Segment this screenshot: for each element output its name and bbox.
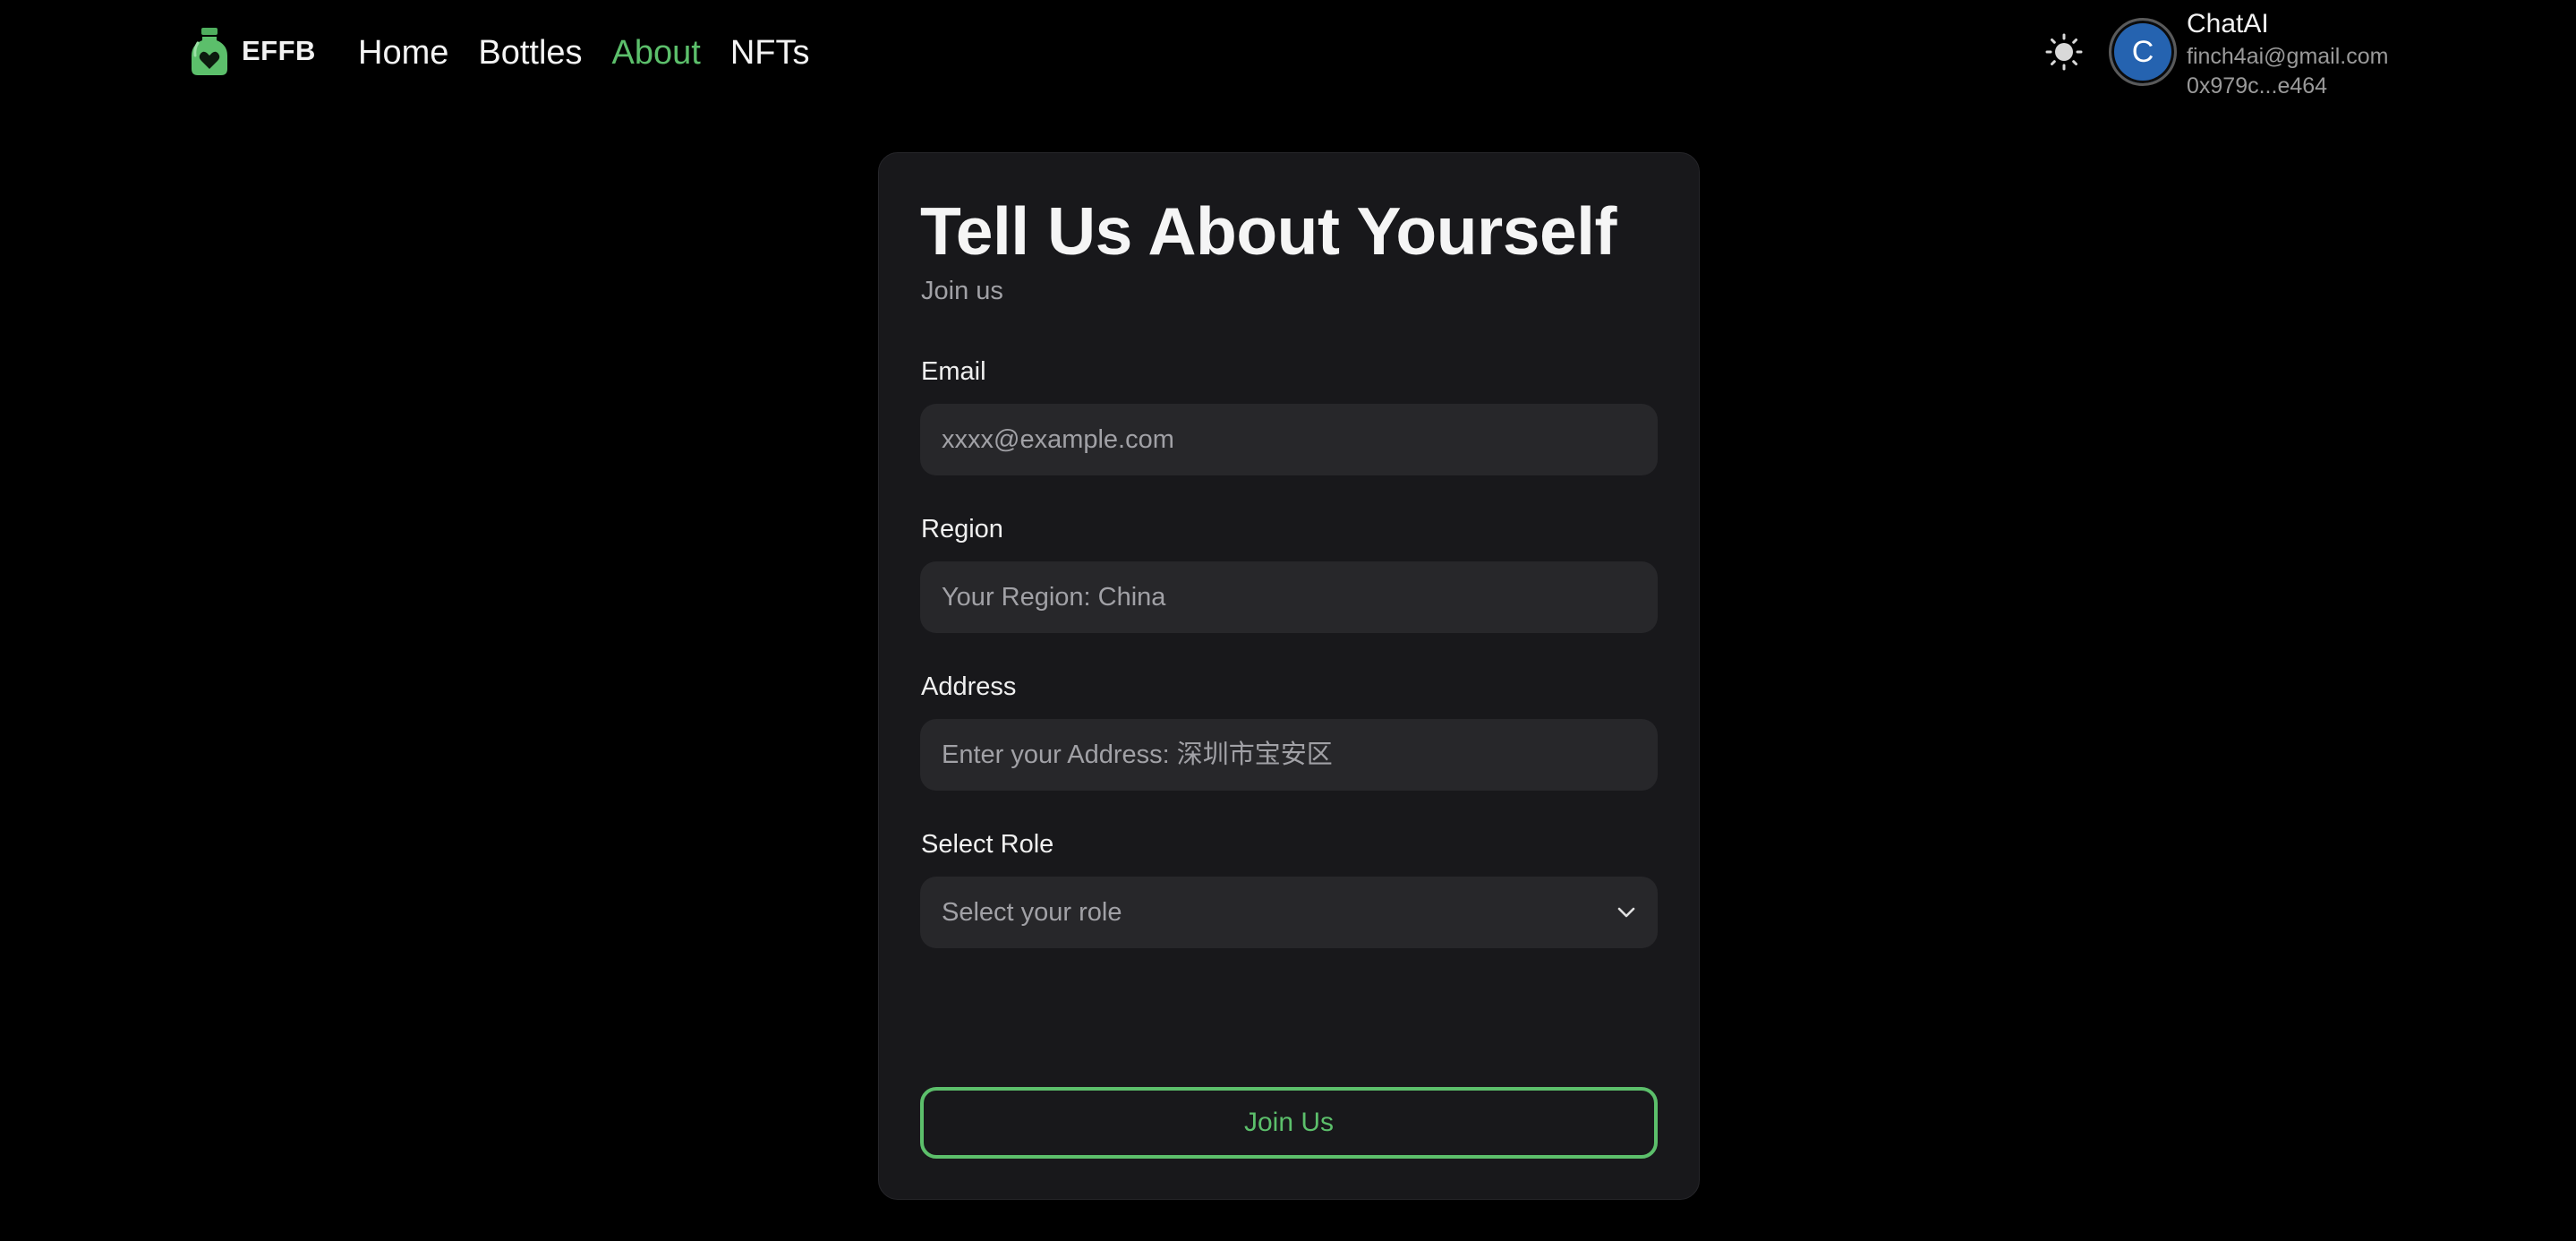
- user-info: ChatAI finch4ai@gmail.com 0x979c...e464: [2187, 9, 2388, 98]
- brand-logo-link[interactable]: EFFB: [190, 25, 316, 77]
- sun-icon: [2045, 33, 2083, 74]
- signup-card: Tell Us About Yourself Join us Email Reg…: [878, 152, 1700, 1200]
- role-label: Select Role: [921, 830, 1054, 859]
- chevron-down-icon: [1616, 906, 1636, 919]
- address-label: Address: [921, 672, 1017, 701]
- nav-link-nfts[interactable]: NFTs: [730, 34, 810, 73]
- nav-link-about[interactable]: About: [612, 34, 701, 73]
- user-email: finch4ai@gmail.com: [2187, 44, 2389, 69]
- form-title: Tell Us About Yourself: [920, 193, 1616, 269]
- email-input[interactable]: [920, 404, 1658, 475]
- form-subtitle: Join us: [921, 277, 1003, 305]
- navbar: EFFB Home Bottles About NFTs C ChatAI fi…: [0, 0, 2576, 106]
- brand-name: EFFB: [242, 35, 316, 66]
- user-wallet-address: 0x979c...e464: [2187, 73, 2328, 98]
- nav-link-home[interactable]: Home: [358, 34, 448, 73]
- user-name: ChatAI: [2187, 9, 2269, 39]
- region-label: Region: [921, 515, 1003, 543]
- user-avatar[interactable]: C: [2109, 18, 2177, 86]
- avatar-initial: C: [2131, 34, 2154, 69]
- email-label: Email: [921, 357, 986, 386]
- main-nav: Home Bottles About NFTs: [358, 27, 810, 79]
- nav-link-bottles[interactable]: Bottles: [478, 34, 582, 73]
- theme-toggle-button[interactable]: [2045, 33, 2083, 71]
- address-input[interactable]: [920, 719, 1658, 791]
- role-select-value: Select your role: [942, 897, 1122, 927]
- bottle-logo-icon: [190, 25, 229, 77]
- region-input[interactable]: [920, 561, 1658, 633]
- join-us-button[interactable]: Join Us: [920, 1087, 1658, 1159]
- role-select[interactable]: Select your role: [920, 877, 1658, 948]
